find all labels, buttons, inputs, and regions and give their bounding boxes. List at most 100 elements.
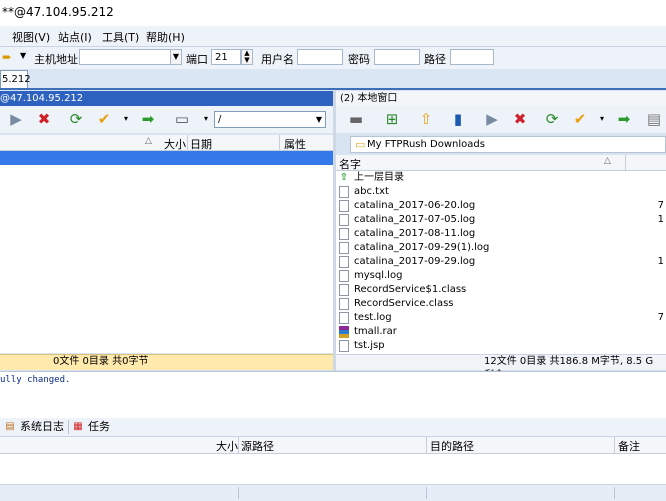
file-name: catalina_2017-09-29.log [354, 256, 476, 267]
remote-pane-title: @47.104.95.212 [0, 93, 84, 104]
favorites-dropdown-icon[interactable]: ▾ [116, 109, 136, 129]
computer-dropdown-icon[interactable]: ▾ [196, 109, 216, 129]
task-col-note[interactable]: 备注 [618, 438, 640, 454]
path-input[interactable] [450, 49, 494, 65]
password-input[interactable] [374, 49, 420, 65]
list-item[interactable]: catalina_2017-09-29.log 1 [336, 255, 666, 269]
log-panel[interactable]: ully changed. [0, 371, 666, 418]
refresh-icon[interactable]: ⟳ [66, 109, 86, 129]
menu-bar: 视图(V) 站点(I) 工具(T) 帮助(H) [0, 26, 666, 47]
local-refresh-icon[interactable]: ⟳ [542, 109, 562, 129]
local-favorites-icon[interactable]: ✔ [570, 109, 590, 129]
local-path-value: My FTPRush Downloads [367, 139, 485, 150]
list-item[interactable]: catalina_2017-08-11.log [336, 227, 666, 241]
remote-col-date[interactable]: 日期 [190, 136, 212, 152]
file-name: catalina_2017-09-29(1).log [354, 242, 490, 253]
file-name: tst.jsp [354, 340, 385, 351]
path-label: 路径 [424, 53, 446, 66]
folder-icon: ▭ [355, 138, 366, 151]
file-icon [339, 186, 349, 198]
connect-dropdown-icon[interactable]: ▼ [20, 51, 26, 60]
transfer-icon[interactable]: ➡ [138, 109, 158, 129]
menu-view[interactable]: 视图(V) [12, 29, 50, 45]
file-name: 上一层目录 [354, 172, 404, 183]
list-item[interactable]: ⇧ 上一层目录 [336, 171, 666, 185]
status-divider [614, 487, 615, 499]
list-item[interactable]: abc.txt [336, 185, 666, 199]
bottom-tab-bar: ▤ 系统日志 ▦ 任务 [0, 418, 666, 437]
local-file-list[interactable]: ⇧ 上一层目录 abc.txt catalina_2017-06-20.log … [336, 171, 666, 354]
port-input[interactable] [211, 49, 241, 65]
menu-tools[interactable]: 工具(T) [102, 29, 139, 45]
file-icon [339, 242, 349, 254]
remote-path-box[interactable]: / ▼ [214, 111, 326, 128]
bookmark-icon[interactable]: ▮ [448, 109, 468, 129]
local-queue-icon[interactable]: ▤ [644, 109, 664, 129]
task-col-source[interactable]: 源路径 [241, 438, 274, 454]
list-item[interactable]: catalina_2017-09-29(1).log [336, 241, 666, 255]
list-item[interactable]: test.log 7 [336, 311, 666, 325]
tab-tasks[interactable]: ▦ 任务 [70, 419, 110, 435]
local-stop-icon[interactable]: ✖ [510, 109, 530, 129]
remote-status-bar: 0文件 0目录 共0字节 [0, 354, 333, 370]
file-size: 1 [657, 214, 664, 225]
play-icon[interactable]: ▶ [6, 109, 26, 129]
title-bar: **@47.104.95.212 [0, 0, 666, 26]
file-icon [339, 214, 349, 226]
local-transfer-icon[interactable]: ➡ [614, 109, 634, 129]
task-col-destination[interactable]: 目的路径 [430, 438, 474, 454]
list-item[interactable]: mysql.log [336, 269, 666, 283]
task-col-size[interactable]: 大小 [216, 438, 238, 454]
username-input[interactable] [297, 49, 343, 65]
local-play-icon[interactable]: ▶ [482, 109, 502, 129]
rar-icon [339, 326, 349, 338]
remote-status-text: 0文件 0目录 共0字节 [53, 356, 149, 367]
session-tab[interactable]: 5.212 [0, 70, 31, 88]
menu-help[interactable]: 帮助(H) [146, 29, 185, 45]
password-label: 密码 [348, 53, 370, 66]
file-icon [339, 228, 349, 240]
list-item[interactable]: RecordService$1.class [336, 283, 666, 297]
remote-selected-row[interactable] [0, 151, 333, 165]
list-item[interactable]: tst.jsp [336, 339, 666, 353]
connect-icon[interactable]: ➨ [2, 50, 12, 64]
local-col-name[interactable]: 名字 [339, 156, 361, 172]
remote-col-size[interactable]: 大小 [164, 136, 186, 152]
local-status-bar: 12文件 0目录 共186.8 M字节, 8.5 G 剩余 [336, 354, 666, 381]
remote-path-dropdown-icon[interactable]: ▼ [316, 112, 322, 127]
remote-col-attr[interactable]: 属性 [284, 136, 306, 152]
drive-icon[interactable]: ▬ [346, 109, 366, 129]
computer-icon[interactable]: ▭ [172, 109, 192, 129]
file-name: catalina_2017-07-05.log [354, 214, 476, 225]
tab-tasks-label: 任务 [88, 420, 110, 433]
status-divider [426, 487, 427, 499]
task-list[interactable] [0, 454, 666, 484]
list-item[interactable]: catalina_2017-07-05.log 1 [336, 213, 666, 227]
host-input[interactable] [79, 49, 171, 65]
file-name: test.log [354, 312, 392, 323]
host-dropdown-icon[interactable]: ▼ [170, 49, 182, 65]
new-folder-icon[interactable]: ⊞ [382, 109, 402, 129]
port-label: 端口 [186, 53, 208, 66]
log-line: ully changed. [0, 375, 71, 385]
list-item[interactable]: RecordService.class [336, 297, 666, 311]
local-pane-title: (2) 本地窗口 [340, 93, 398, 104]
up-folder-icon[interactable]: ⇧ [416, 109, 436, 129]
session-tab-strip: 5.212 [0, 69, 666, 90]
port-spinner-icon[interactable]: ▲ ▼ [241, 49, 253, 65]
list-item[interactable]: catalina_2017-06-20.log 7 [336, 199, 666, 213]
up-arrow-icon: ⇧ [339, 172, 349, 183]
favorites-icon[interactable]: ✔ [94, 109, 114, 129]
log-icon: ▤ [5, 421, 15, 432]
file-name: RecordService.class [354, 298, 454, 309]
menu-site[interactable]: 站点(I) [58, 29, 92, 45]
file-name: catalina_2017-08-11.log [354, 228, 476, 239]
file-name: catalina_2017-06-20.log [354, 200, 476, 211]
local-favorites-dropdown-icon[interactable]: ▾ [592, 109, 612, 129]
file-icon [339, 340, 349, 352]
list-item[interactable]: tmall.rar [336, 325, 666, 339]
remote-file-list[interactable] [0, 165, 333, 353]
tab-system-log[interactable]: ▤ 系统日志 [2, 419, 64, 435]
local-path-box[interactable]: ▭ My FTPRush Downloads [350, 136, 666, 153]
stop-icon[interactable]: ✖ [34, 109, 54, 129]
